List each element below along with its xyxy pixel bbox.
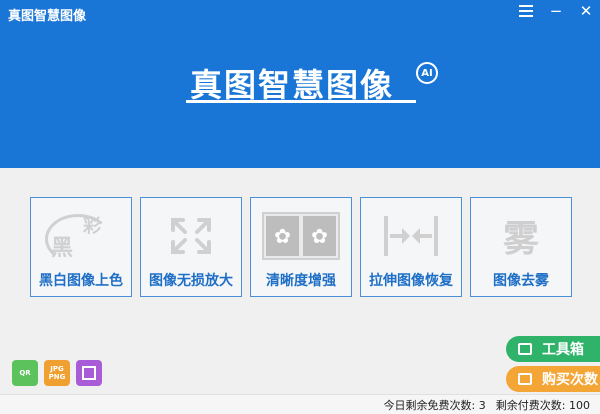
stretch-arrows-icon bbox=[361, 206, 461, 266]
photo-compare-icon: ✿ ✿ bbox=[251, 206, 351, 266]
colorize-glyph-color: 彩 bbox=[83, 216, 101, 237]
free-count-text: 今日剩余免费次数: 3 bbox=[383, 398, 486, 412]
buy-count-label: 购买次数 bbox=[542, 372, 598, 388]
fog-icon: 雾 bbox=[471, 206, 571, 266]
paid-count-text: 剩余付费次数: 100 bbox=[495, 398, 590, 412]
feature-stretch-restore[interactable]: 拉伸图像恢复 bbox=[360, 197, 462, 297]
feature-sharpen-label: 清晰度增强 bbox=[266, 273, 336, 289]
window-controls: − ✕ bbox=[518, 2, 594, 20]
feature-stretch-restore-label: 拉伸图像恢复 bbox=[369, 273, 453, 289]
feature-defog[interactable]: 雾 图像去雾 bbox=[470, 197, 572, 297]
close-icon: ✕ bbox=[579, 2, 593, 20]
menu-icon bbox=[519, 5, 533, 17]
colorize-icon: 黑 彩 bbox=[31, 206, 131, 266]
menu-button[interactable] bbox=[518, 2, 534, 20]
quick-tools: QR JPG PNG bbox=[12, 360, 102, 386]
qr-code-icon: QR bbox=[19, 369, 31, 377]
feature-colorize[interactable]: 黑 彩 黑白图像上色 bbox=[30, 197, 132, 297]
crop-button[interactable] bbox=[76, 360, 102, 386]
toolbox-icon bbox=[518, 343, 532, 355]
photo-right-icon: ✿ bbox=[301, 214, 338, 258]
feature-colorize-label: 黑白图像上色 bbox=[39, 273, 123, 289]
window-title: 真图智慧图像 bbox=[8, 9, 87, 24]
close-button[interactable]: ✕ bbox=[578, 2, 594, 20]
status-bar: 今日剩余免费次数: 3 剩余付费次数: 100 bbox=[0, 394, 600, 414]
free-count-value: 3 bbox=[478, 398, 486, 412]
crop-icon bbox=[82, 366, 96, 380]
minimize-button[interactable]: − bbox=[548, 2, 564, 20]
feature-sharpen[interactable]: ✿ ✿ 清晰度增强 bbox=[250, 197, 352, 297]
format-convert-icon: JPG PNG bbox=[48, 365, 66, 381]
toolbox-label: 工具箱 bbox=[542, 342, 584, 358]
feature-grid: 黑 彩 黑白图像上色 图像无损放大 ✿ ✿ 清晰度增强 拉伸图像恢复 雾 图像去… bbox=[30, 197, 572, 297]
buy-count-button[interactable]: 购买次数 bbox=[506, 366, 600, 392]
feature-defog-label: 图像去雾 bbox=[493, 273, 549, 289]
toolbox-button[interactable]: 工具箱 bbox=[506, 336, 600, 362]
format-convert-button[interactable]: JPG PNG bbox=[44, 360, 70, 386]
feature-upscale-label: 图像无损放大 bbox=[149, 273, 233, 289]
paid-count-value: 100 bbox=[569, 398, 590, 412]
shopping-bag-icon bbox=[518, 373, 532, 385]
feature-upscale[interactable]: 图像无损放大 bbox=[140, 197, 242, 297]
logo-underline bbox=[186, 100, 416, 103]
header-banner: 真图智慧图像 − ✕ 真图智慧图像 AI bbox=[0, 0, 600, 168]
ai-badge: AI bbox=[416, 62, 438, 84]
minimize-icon: − bbox=[549, 2, 563, 20]
colorize-glyph-black: 黑 bbox=[51, 236, 74, 261]
qr-code-button[interactable]: QR bbox=[12, 360, 38, 386]
fog-glyph: 雾 bbox=[502, 219, 539, 260]
expand-arrows-icon bbox=[141, 206, 241, 266]
photo-left-icon: ✿ bbox=[264, 214, 301, 258]
